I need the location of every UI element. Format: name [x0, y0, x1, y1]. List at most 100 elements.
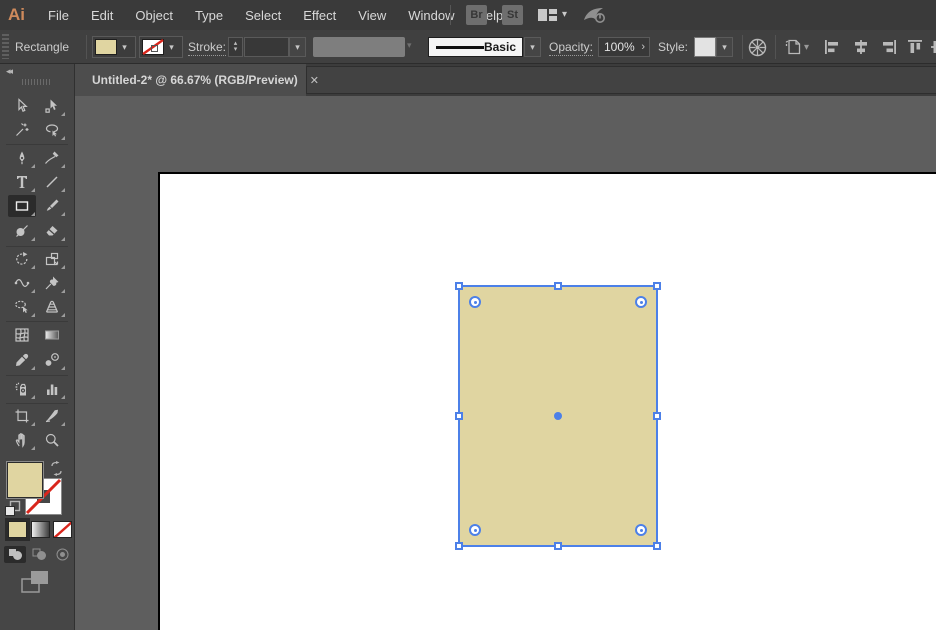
corner-widget-bottom-right[interactable] [635, 524, 647, 536]
handle-top-center[interactable] [554, 282, 562, 290]
fill-swatch[interactable] [95, 39, 117, 55]
tool-eraser[interactable] [38, 220, 66, 242]
selection-tool-icon [18, 98, 28, 113]
tool-rectangle[interactable] [8, 195, 36, 217]
align-top-button[interactable] [906, 38, 924, 56]
shape-properties-button[interactable] [784, 38, 802, 56]
tool-zoom[interactable] [38, 429, 66, 451]
opacity-input[interactable]: 100% › [598, 37, 650, 57]
tool-direct-selection[interactable] [38, 95, 66, 117]
handle-middle-right[interactable] [653, 412, 661, 420]
corner-widget-top-right[interactable] [635, 296, 647, 308]
tool-slice[interactable] [38, 405, 66, 427]
panel-grip[interactable] [22, 79, 52, 85]
fill-color-dropdown[interactable]: ▾ [92, 36, 136, 58]
stroke-color-dropdown[interactable]: ▾ [139, 36, 183, 58]
width-profile-dropdown [313, 37, 405, 57]
handle-middle-left[interactable] [455, 412, 463, 420]
corner-widget-top-left[interactable] [469, 296, 481, 308]
brush-dropdown-button[interactable]: ▾ [524, 37, 541, 57]
tool-eyedropper[interactable] [8, 349, 36, 371]
style-dropdown-button[interactable]: ▾ [716, 37, 733, 57]
workspace-switcher-icon [538, 9, 557, 21]
menu-edit[interactable]: Edit [80, 8, 124, 23]
handle-bottom-center[interactable] [554, 542, 562, 550]
draw-normal-button[interactable] [4, 546, 26, 563]
tool-shape-builder[interactable] [8, 296, 36, 318]
document-tab[interactable]: Untitled-2* @ 66.67% (RGB/Preview) ✕ [75, 64, 319, 96]
tab-close-icon[interactable]: ✕ [310, 74, 319, 87]
default-fill-stroke-icon[interactable] [4, 500, 21, 517]
bridge-button[interactable]: Br [466, 5, 487, 25]
tool-paintbrush[interactable] [38, 195, 66, 217]
opacity-label[interactable]: Opacity: [549, 40, 594, 56]
tool-magic-wand[interactable] [8, 119, 36, 141]
tool-blend[interactable] [38, 349, 66, 371]
recolor-artwork-button[interactable] [748, 38, 767, 57]
swap-fill-stroke-icon[interactable] [49, 461, 64, 476]
canvas-pasteboard[interactable] [75, 96, 936, 630]
tool-perspective-grid[interactable] [38, 296, 66, 318]
collapse-panel-button[interactable]: ◂◂ [6, 66, 13, 77]
app-logo: Ai [8, 5, 25, 24]
tool-puppet-warp[interactable] [38, 272, 66, 294]
brush-definition-dropdown[interactable]: Basic [428, 37, 523, 57]
tool-line-segment[interactable] [38, 171, 66, 193]
selected-rectangle[interactable] [455, 282, 661, 550]
tool-rotate[interactable] [8, 248, 36, 270]
tool-selection[interactable] [8, 95, 36, 117]
rectangle-tool-icon [15, 201, 29, 211]
handle-bottom-left[interactable] [455, 542, 463, 550]
align-right-button[interactable] [880, 38, 898, 56]
color-mode-button[interactable] [5, 518, 30, 541]
menu-view[interactable]: View [347, 8, 397, 23]
stroke-weight-input[interactable] [244, 37, 289, 57]
menu-effect[interactable]: Effect [292, 8, 347, 23]
screen-mode-button[interactable] [21, 570, 51, 594]
tool-pen[interactable] [8, 147, 36, 169]
tool-mesh[interactable] [8, 324, 36, 346]
none-mode-button[interactable] [53, 521, 72, 538]
stroke-swatch-none[interactable] [142, 39, 164, 55]
tool-artboard[interactable] [8, 405, 36, 427]
tool-shaper[interactable] [8, 220, 36, 242]
handle-top-left[interactable] [455, 282, 463, 290]
stock-button[interactable]: St [502, 5, 523, 25]
expand-icon[interactable]: › [641, 41, 645, 53]
stroke-weight-dropdown[interactable]: ▾ [289, 37, 306, 57]
tool-scale[interactable] [38, 248, 66, 270]
shape-builder-icon [15, 300, 28, 313]
fill-proxy[interactable] [7, 462, 43, 498]
tool-width[interactable] [8, 272, 36, 294]
paintbrush-icon [46, 199, 59, 211]
align-vcenter-button[interactable] [929, 38, 936, 56]
draw-behind-button[interactable] [28, 546, 50, 563]
stroke-weight-label[interactable]: Stroke: [188, 40, 227, 56]
tool-curvature[interactable] [38, 147, 66, 169]
draw-inside-button[interactable] [51, 546, 73, 563]
handle-bottom-right[interactable] [653, 542, 661, 550]
tool-hand[interactable] [8, 429, 36, 451]
cc-sync-icon[interactable] [582, 5, 606, 25]
gradient-mode-button[interactable] [31, 521, 50, 538]
center-point[interactable] [554, 412, 562, 420]
tool-lasso[interactable] [38, 119, 66, 141]
tool-symbol-sprayer[interactable] [8, 378, 36, 400]
tool-column-graph[interactable] [38, 378, 66, 400]
control-bar-grip[interactable] [2, 34, 9, 59]
menu-type[interactable]: Type [184, 8, 234, 23]
eraser-icon [46, 226, 58, 236]
align-center-button[interactable] [852, 38, 870, 56]
workspace-switcher[interactable]: ▾ [538, 7, 567, 23]
tool-type[interactable] [8, 171, 36, 193]
graphic-style-swatch[interactable] [694, 37, 716, 57]
menu-file[interactable]: File [37, 8, 80, 23]
align-top-icon [908, 40, 922, 53]
menu-select[interactable]: Select [234, 8, 292, 23]
tool-gradient[interactable] [38, 324, 66, 346]
handle-top-right[interactable] [653, 282, 661, 290]
align-left-button[interactable] [823, 38, 841, 56]
menu-object[interactable]: Object [124, 8, 184, 23]
stroke-weight-stepper[interactable]: ▴ ▾ [228, 37, 243, 57]
corner-widget-bottom-left[interactable] [469, 524, 481, 536]
